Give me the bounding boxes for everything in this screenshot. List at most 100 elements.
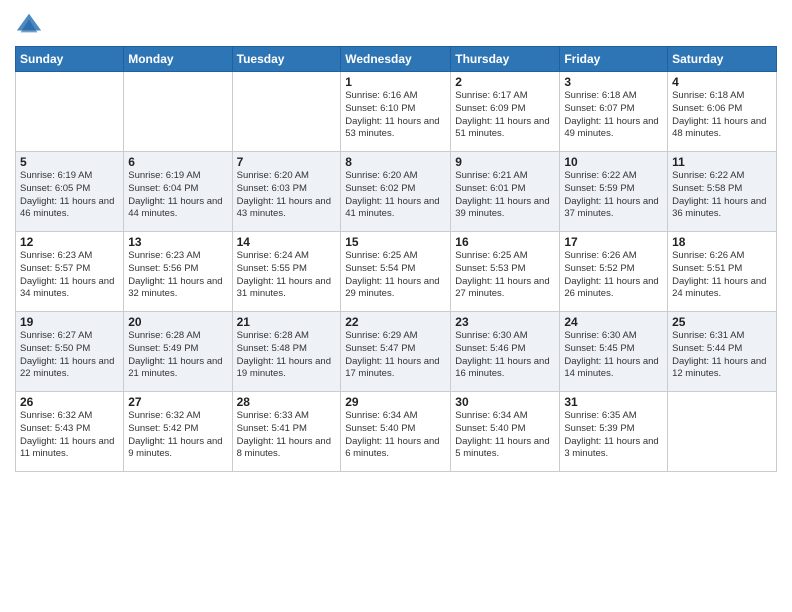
calendar-week-row: 1Sunrise: 6:16 AM Sunset: 6:10 PM Daylig…: [16, 72, 777, 152]
calendar-week-row: 5Sunrise: 6:19 AM Sunset: 6:05 PM Daylig…: [16, 152, 777, 232]
calendar-cell: 3Sunrise: 6:18 AM Sunset: 6:07 PM Daylig…: [560, 72, 668, 152]
day-header-monday: Monday: [124, 47, 232, 72]
day-info: Sunrise: 6:16 AM Sunset: 6:10 PM Dayligh…: [345, 90, 446, 141]
calendar-cell: 31Sunrise: 6:35 AM Sunset: 5:39 PM Dayli…: [560, 392, 668, 472]
day-number: 28: [237, 395, 337, 409]
day-number: 20: [128, 315, 227, 329]
calendar-cell: 19Sunrise: 6:27 AM Sunset: 5:50 PM Dayli…: [16, 312, 124, 392]
day-info: Sunrise: 6:22 AM Sunset: 5:58 PM Dayligh…: [672, 170, 772, 221]
calendar-cell: 7Sunrise: 6:20 AM Sunset: 6:03 PM Daylig…: [232, 152, 341, 232]
day-number: 24: [564, 315, 663, 329]
day-number: 15: [345, 235, 446, 249]
calendar-cell: 25Sunrise: 6:31 AM Sunset: 5:44 PM Dayli…: [668, 312, 777, 392]
header: [15, 10, 777, 38]
day-info: Sunrise: 6:33 AM Sunset: 5:41 PM Dayligh…: [237, 410, 337, 461]
day-info: Sunrise: 6:27 AM Sunset: 5:50 PM Dayligh…: [20, 330, 119, 381]
day-number: 7: [237, 155, 337, 169]
calendar-cell: 22Sunrise: 6:29 AM Sunset: 5:47 PM Dayli…: [341, 312, 451, 392]
day-number: 17: [564, 235, 663, 249]
calendar-cell: 23Sunrise: 6:30 AM Sunset: 5:46 PM Dayli…: [451, 312, 560, 392]
day-info: Sunrise: 6:25 AM Sunset: 5:53 PM Dayligh…: [455, 250, 555, 301]
day-number: 27: [128, 395, 227, 409]
day-number: 13: [128, 235, 227, 249]
day-info: Sunrise: 6:25 AM Sunset: 5:54 PM Dayligh…: [345, 250, 446, 301]
day-header-tuesday: Tuesday: [232, 47, 341, 72]
day-number: 11: [672, 155, 772, 169]
day-info: Sunrise: 6:29 AM Sunset: 5:47 PM Dayligh…: [345, 330, 446, 381]
calendar-cell: 15Sunrise: 6:25 AM Sunset: 5:54 PM Dayli…: [341, 232, 451, 312]
day-info: Sunrise: 6:23 AM Sunset: 5:56 PM Dayligh…: [128, 250, 227, 301]
calendar-cell: 18Sunrise: 6:26 AM Sunset: 5:51 PM Dayli…: [668, 232, 777, 312]
calendar-week-row: 26Sunrise: 6:32 AM Sunset: 5:43 PM Dayli…: [16, 392, 777, 472]
day-info: Sunrise: 6:34 AM Sunset: 5:40 PM Dayligh…: [345, 410, 446, 461]
day-number: 16: [455, 235, 555, 249]
day-header-friday: Friday: [560, 47, 668, 72]
day-number: 10: [564, 155, 663, 169]
day-number: 18: [672, 235, 772, 249]
day-info: Sunrise: 6:17 AM Sunset: 6:09 PM Dayligh…: [455, 90, 555, 141]
day-info: Sunrise: 6:28 AM Sunset: 5:48 PM Dayligh…: [237, 330, 337, 381]
day-number: 30: [455, 395, 555, 409]
calendar-cell: [232, 72, 341, 152]
day-header-saturday: Saturday: [668, 47, 777, 72]
day-info: Sunrise: 6:30 AM Sunset: 5:46 PM Dayligh…: [455, 330, 555, 381]
logo: [15, 10, 45, 38]
day-number: 5: [20, 155, 119, 169]
day-info: Sunrise: 6:20 AM Sunset: 6:02 PM Dayligh…: [345, 170, 446, 221]
calendar-cell: 29Sunrise: 6:34 AM Sunset: 5:40 PM Dayli…: [341, 392, 451, 472]
day-number: 4: [672, 75, 772, 89]
day-info: Sunrise: 6:19 AM Sunset: 6:04 PM Dayligh…: [128, 170, 227, 221]
calendar-cell: 14Sunrise: 6:24 AM Sunset: 5:55 PM Dayli…: [232, 232, 341, 312]
calendar-cell: 5Sunrise: 6:19 AM Sunset: 6:05 PM Daylig…: [16, 152, 124, 232]
day-header-sunday: Sunday: [16, 47, 124, 72]
day-info: Sunrise: 6:28 AM Sunset: 5:49 PM Dayligh…: [128, 330, 227, 381]
calendar-cell: 10Sunrise: 6:22 AM Sunset: 5:59 PM Dayli…: [560, 152, 668, 232]
day-info: Sunrise: 6:26 AM Sunset: 5:52 PM Dayligh…: [564, 250, 663, 301]
day-number: 14: [237, 235, 337, 249]
day-info: Sunrise: 6:20 AM Sunset: 6:03 PM Dayligh…: [237, 170, 337, 221]
day-info: Sunrise: 6:32 AM Sunset: 5:43 PM Dayligh…: [20, 410, 119, 461]
calendar-cell: 24Sunrise: 6:30 AM Sunset: 5:45 PM Dayli…: [560, 312, 668, 392]
calendar-cell: 11Sunrise: 6:22 AM Sunset: 5:58 PM Dayli…: [668, 152, 777, 232]
day-number: 2: [455, 75, 555, 89]
day-info: Sunrise: 6:26 AM Sunset: 5:51 PM Dayligh…: [672, 250, 772, 301]
day-info: Sunrise: 6:21 AM Sunset: 6:01 PM Dayligh…: [455, 170, 555, 221]
calendar-cell: [124, 72, 232, 152]
calendar-cell: 16Sunrise: 6:25 AM Sunset: 5:53 PM Dayli…: [451, 232, 560, 312]
day-info: Sunrise: 6:31 AM Sunset: 5:44 PM Dayligh…: [672, 330, 772, 381]
calendar-cell: 9Sunrise: 6:21 AM Sunset: 6:01 PM Daylig…: [451, 152, 560, 232]
day-number: 19: [20, 315, 119, 329]
calendar-cell: 12Sunrise: 6:23 AM Sunset: 5:57 PM Dayli…: [16, 232, 124, 312]
calendar-cell: 27Sunrise: 6:32 AM Sunset: 5:42 PM Dayli…: [124, 392, 232, 472]
calendar-cell: 17Sunrise: 6:26 AM Sunset: 5:52 PM Dayli…: [560, 232, 668, 312]
day-info: Sunrise: 6:32 AM Sunset: 5:42 PM Dayligh…: [128, 410, 227, 461]
day-info: Sunrise: 6:23 AM Sunset: 5:57 PM Dayligh…: [20, 250, 119, 301]
day-number: 25: [672, 315, 772, 329]
day-info: Sunrise: 6:18 AM Sunset: 6:06 PM Dayligh…: [672, 90, 772, 141]
day-info: Sunrise: 6:22 AM Sunset: 5:59 PM Dayligh…: [564, 170, 663, 221]
calendar-cell: [16, 72, 124, 152]
day-info: Sunrise: 6:30 AM Sunset: 5:45 PM Dayligh…: [564, 330, 663, 381]
day-info: Sunrise: 6:18 AM Sunset: 6:07 PM Dayligh…: [564, 90, 663, 141]
day-info: Sunrise: 6:34 AM Sunset: 5:40 PM Dayligh…: [455, 410, 555, 461]
day-header-wednesday: Wednesday: [341, 47, 451, 72]
calendar-cell: 26Sunrise: 6:32 AM Sunset: 5:43 PM Dayli…: [16, 392, 124, 472]
calendar-cell: 2Sunrise: 6:17 AM Sunset: 6:09 PM Daylig…: [451, 72, 560, 152]
day-number: 23: [455, 315, 555, 329]
calendar-cell: 13Sunrise: 6:23 AM Sunset: 5:56 PM Dayli…: [124, 232, 232, 312]
day-number: 9: [455, 155, 555, 169]
calendar-header-row: SundayMondayTuesdayWednesdayThursdayFrid…: [16, 47, 777, 72]
day-header-thursday: Thursday: [451, 47, 560, 72]
day-number: 3: [564, 75, 663, 89]
day-info: Sunrise: 6:35 AM Sunset: 5:39 PM Dayligh…: [564, 410, 663, 461]
calendar-cell: 8Sunrise: 6:20 AM Sunset: 6:02 PM Daylig…: [341, 152, 451, 232]
day-info: Sunrise: 6:24 AM Sunset: 5:55 PM Dayligh…: [237, 250, 337, 301]
calendar-week-row: 12Sunrise: 6:23 AM Sunset: 5:57 PM Dayli…: [16, 232, 777, 312]
day-number: 31: [564, 395, 663, 409]
day-number: 1: [345, 75, 446, 89]
calendar-cell: 1Sunrise: 6:16 AM Sunset: 6:10 PM Daylig…: [341, 72, 451, 152]
logo-icon: [15, 10, 43, 38]
day-number: 22: [345, 315, 446, 329]
calendar-cell: 20Sunrise: 6:28 AM Sunset: 5:49 PM Dayli…: [124, 312, 232, 392]
day-number: 29: [345, 395, 446, 409]
